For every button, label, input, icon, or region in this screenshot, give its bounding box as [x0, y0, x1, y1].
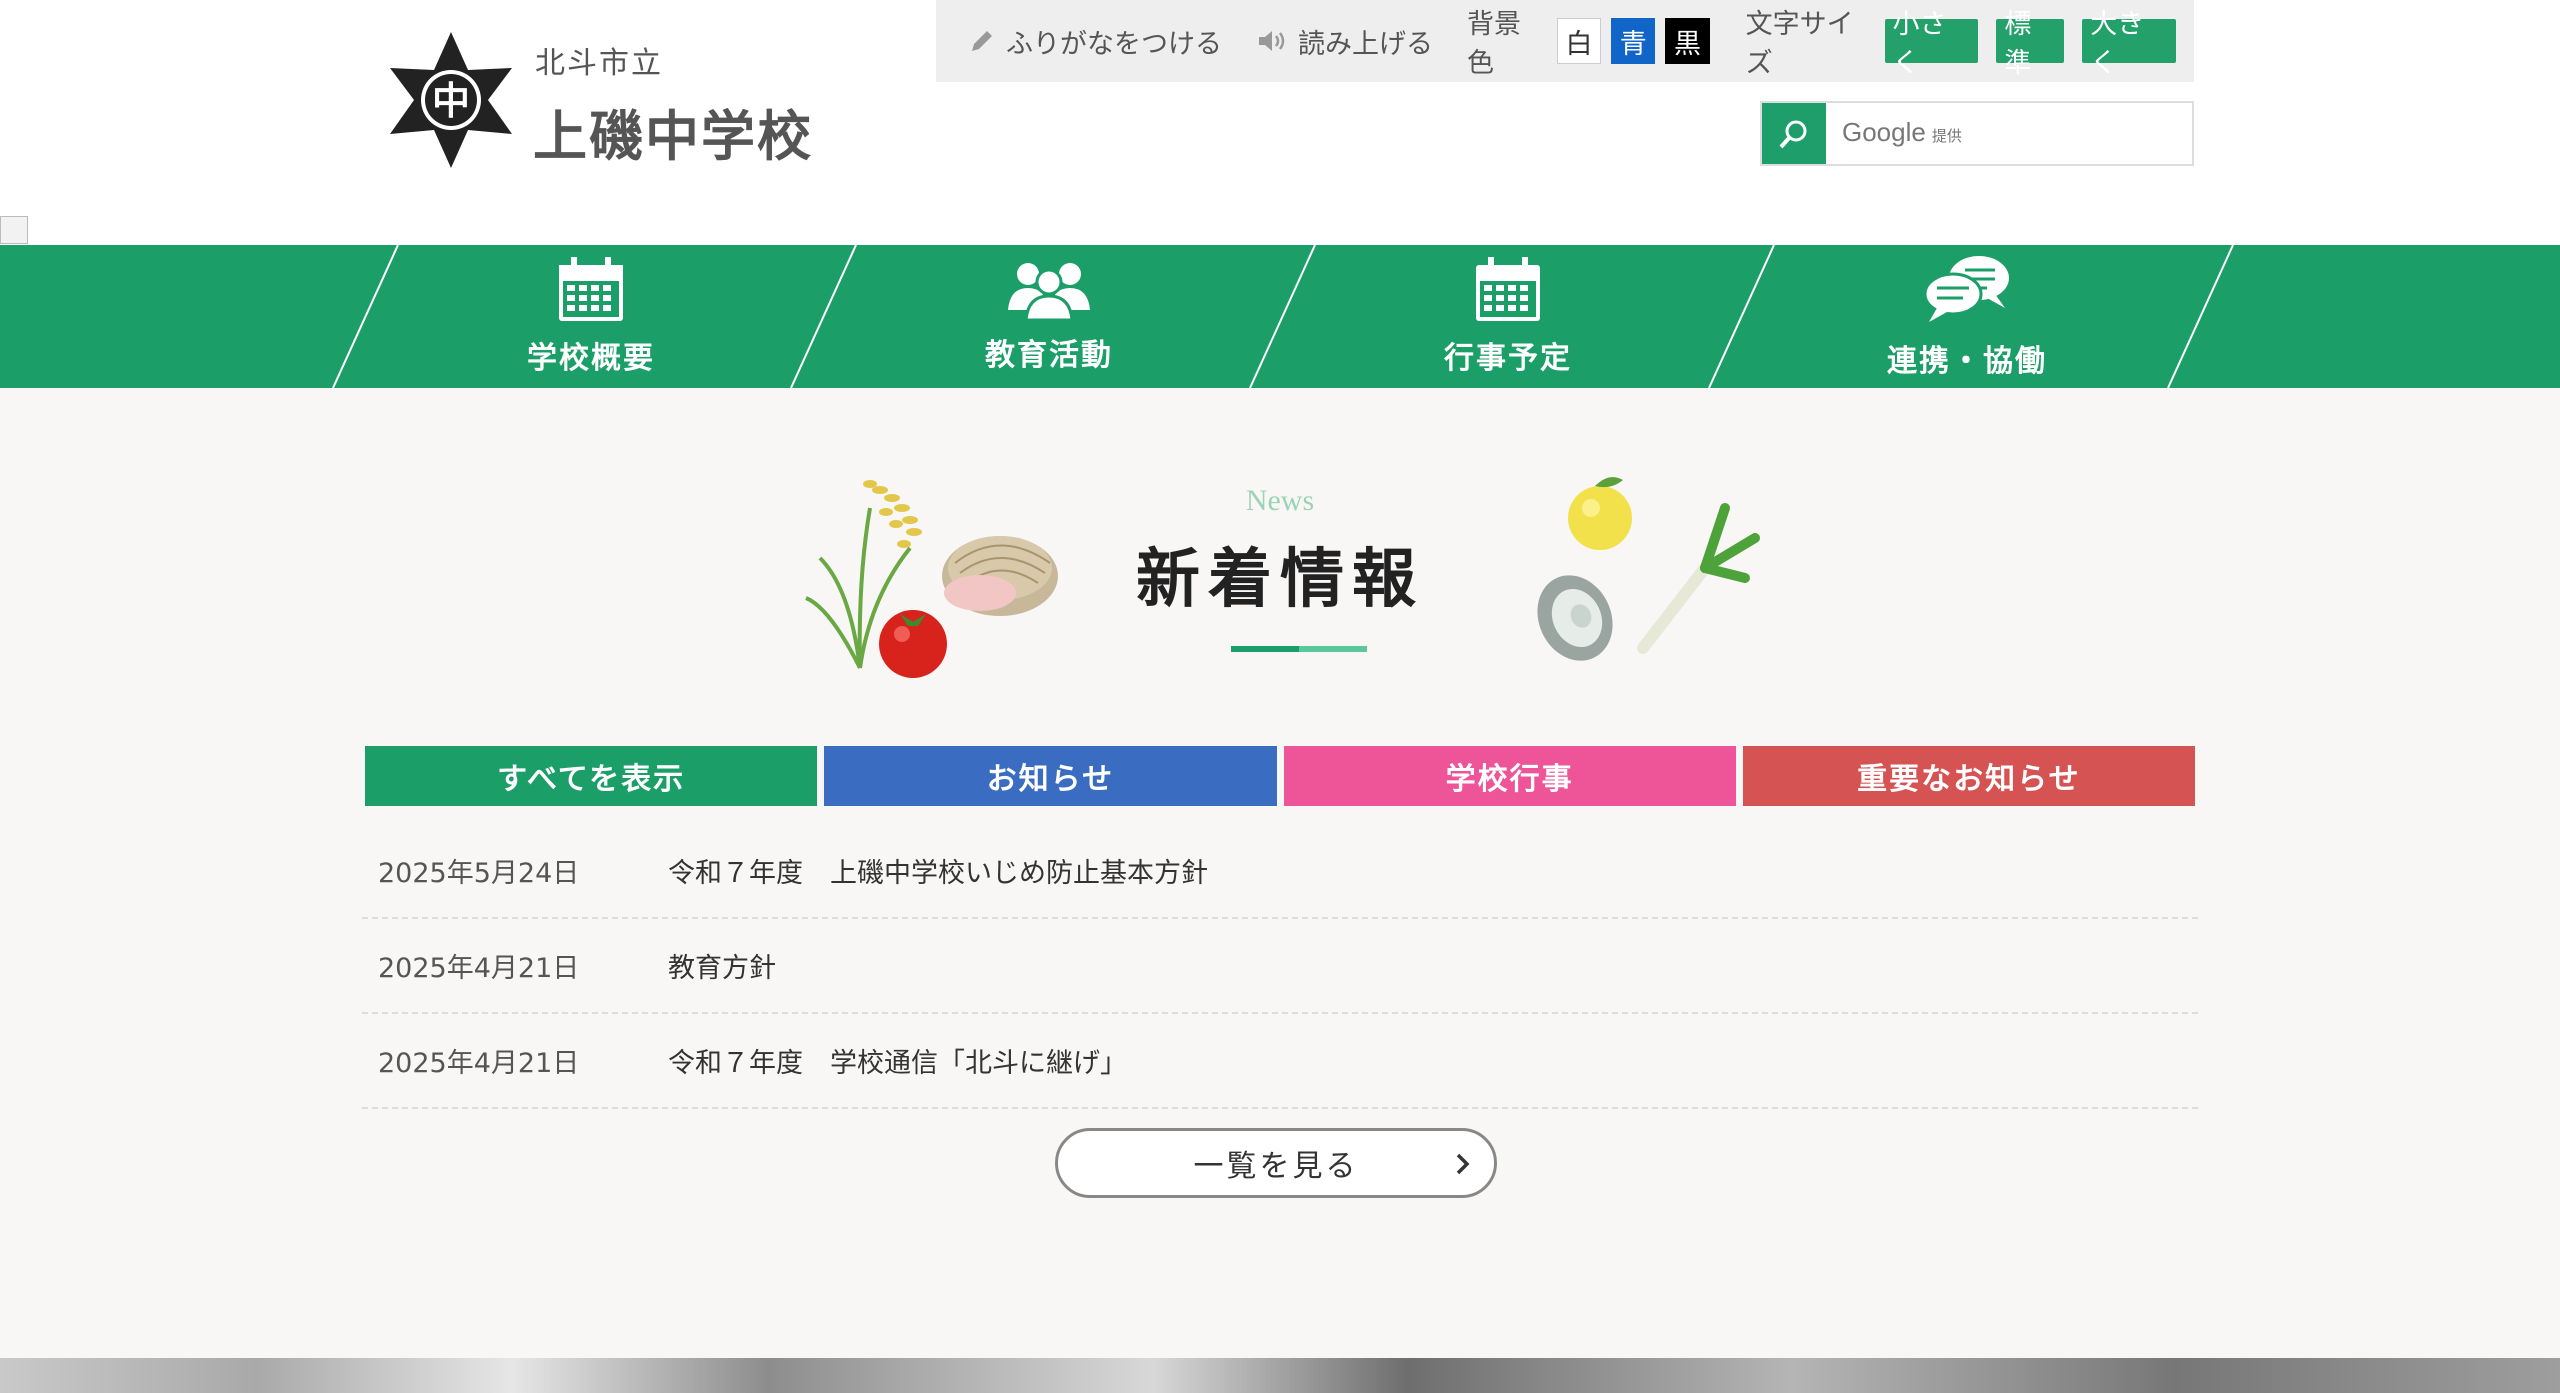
nav-item-label: 学校概要	[527, 340, 655, 376]
news-date: 2025年5月24日	[378, 858, 580, 889]
news-heading: 新着情報	[1136, 543, 1424, 617]
calendar-icon	[1476, 256, 1540, 321]
font-small-button[interactable]: 小さく	[1884, 9, 1979, 79]
font-large-button[interactable]: 大きく	[2082, 9, 2177, 79]
news-title-link[interactable]: 令和７年度 上磯中学校いじめ防止基本方針	[668, 851, 1208, 890]
list-item[interactable]: 2025年4月21日 令和７年度 学校通信「北斗に継げ」	[362, 1014, 2198, 1109]
yuzu-oyster-leek-illustration	[1537, 477, 1760, 661]
hero-photo-strip	[0, 1358, 2560, 1393]
background-color-label: 背景色	[1467, 9, 1521, 79]
view-all-button[interactable]: 一覧を見る	[1055, 1128, 1497, 1198]
news-heading-en: News	[1245, 484, 1315, 517]
people-icon	[1008, 262, 1090, 320]
accessibility-toolbar: ふりがなをつける 読み上げる 背景色 白 青 黒 文字サイズ 小さく 標準 大き…	[936, 0, 2194, 82]
nav-item-event-schedule[interactable]: 行事予定	[1279, 245, 1737, 388]
search-input[interactable]	[1826, 103, 2192, 164]
news-date: 2025年4月21日	[378, 1048, 580, 1079]
read-aloud-button[interactable]: 読み上げる	[1256, 22, 1433, 61]
view-all-label: 一覧を見る	[1193, 1149, 1359, 1184]
news-title-link[interactable]: 教育方針	[668, 946, 776, 985]
chat-bubbles-icon	[1923, 255, 2009, 322]
broken-image	[0, 216, 28, 244]
main-nav: 学校概要 教育活動 行事予定 連携・協働	[0, 245, 2560, 388]
school-name[interactable]: 上磯中学校	[533, 92, 813, 171]
nav-item-school-overview[interactable]: 学校概要	[362, 245, 820, 388]
svg-text:中: 中	[432, 79, 470, 123]
search-button[interactable]	[1762, 103, 1826, 164]
tab-important-notices[interactable]: 重要なお知らせ	[1742, 746, 2195, 806]
furigana-label: ふりがなをつける	[1006, 28, 1222, 60]
font-size-label: 文字サイズ	[1745, 9, 1854, 79]
bg-black-button[interactable]: 黒	[1665, 18, 1710, 64]
pencil-icon	[972, 31, 992, 51]
list-item[interactable]: 2025年4月21日 教育方針	[362, 919, 2198, 1014]
tab-school-events[interactable]: 学校行事	[1283, 746, 1736, 806]
school-logo[interactable]: 中	[384, 30, 518, 170]
nav-item-label: 行事予定	[1444, 340, 1572, 376]
news-list: 2025年5月24日 令和７年度 上磯中学校いじめ防止基本方針 2025年4月2…	[362, 824, 2198, 1109]
nav-item-collaboration[interactable]: 連携・協働	[1738, 245, 2196, 388]
list-item[interactable]: 2025年5月24日 令和７年度 上磯中学校いじめ防止基本方針	[362, 824, 2198, 919]
read-aloud-label: 読み上げる	[1298, 28, 1433, 60]
tab-notices[interactable]: お知らせ	[824, 746, 1277, 806]
furigana-button[interactable]: ふりがなをつける	[968, 22, 1222, 61]
search-icon	[1779, 120, 1807, 148]
news-date: 2025年4月21日	[378, 953, 580, 984]
bg-blue-button[interactable]: 青	[1611, 18, 1656, 64]
heading-underline	[1231, 646, 1367, 652]
nav-item-education-activities[interactable]: 教育活動	[820, 245, 1278, 388]
school-city: 北斗市立	[535, 46, 663, 81]
nav-item-label: 連携・協働	[1887, 343, 2047, 379]
nav-item-label: 教育活動	[985, 337, 1113, 373]
speaker-icon	[1259, 31, 1285, 51]
news-category-tabs: すべてを表示 お知らせ 学校行事 重要なお知らせ	[365, 746, 2195, 806]
tab-all[interactable]: すべてを表示	[365, 746, 818, 806]
site-header: 中 北斗市立 上磯中学校 ふりがなをつける 読み上げる 背景色 白 青 黒 文字…	[0, 0, 2560, 245]
font-standard-button[interactable]: 標準	[1996, 9, 2065, 79]
calendar-icon	[559, 256, 623, 321]
news-title-link[interactable]: 令和７年度 学校通信「北斗に継げ」	[668, 1041, 1127, 1080]
chevron-right-icon	[1456, 1153, 1470, 1175]
news-section: News 新着情報 すべてを表示 お知らせ 学校行事 重要なお知らせ 2025年…	[0, 388, 2560, 1358]
bg-white-button[interactable]: 白	[1556, 18, 1602, 64]
site-search: Google 提供	[1760, 101, 2194, 166]
